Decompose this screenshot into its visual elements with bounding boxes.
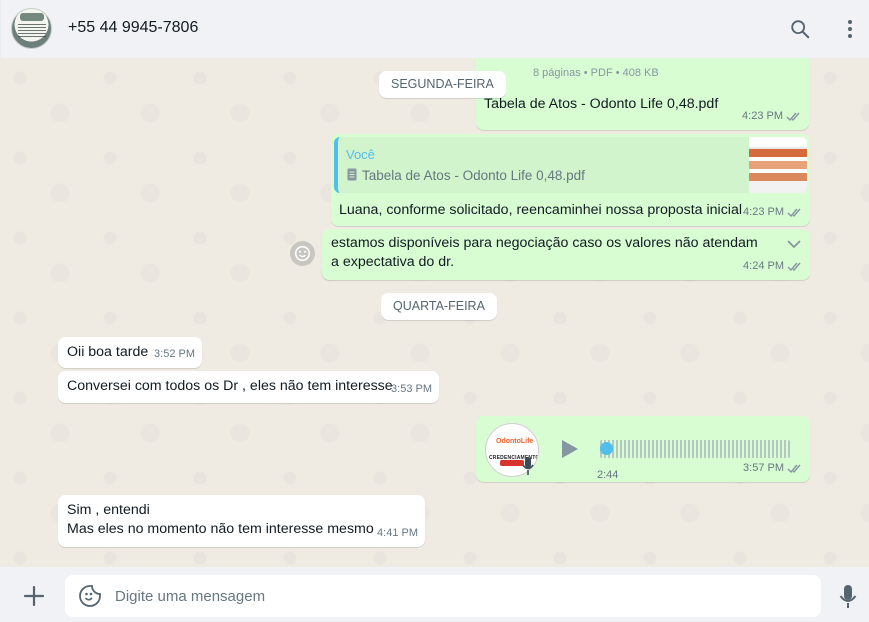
audio-progress-dot[interactable] bbox=[600, 442, 613, 455]
negotiation-message[interactable]: estamos disponíveis para negociação caso… bbox=[322, 229, 810, 280]
quoted-message[interactable]: Você Tabela de Atos - Odonto Life 0,48.p… bbox=[334, 137, 807, 193]
microphone-icon[interactable] bbox=[838, 584, 858, 610]
chevron-down-icon[interactable] bbox=[787, 239, 801, 249]
quote-author: Você bbox=[346, 147, 375, 162]
composer-bar bbox=[0, 567, 869, 622]
double-check-icon bbox=[787, 464, 801, 474]
contact-name[interactable]: +55 44 9945-7806 bbox=[68, 19, 198, 37]
document-icon bbox=[347, 168, 357, 181]
message-text-line2: Mas eles no momento não tem interesse me… bbox=[67, 521, 374, 537]
message-time: 3:53 PM bbox=[391, 383, 432, 395]
reply-text: Luana, conforme solicitado, reencaminhei… bbox=[339, 202, 742, 218]
reply-message[interactable]: Você Tabela de Atos - Odonto Life 0,48.p… bbox=[331, 134, 810, 226]
double-check-icon bbox=[787, 208, 801, 218]
date-divider-monday: SEGUNDA-FEIRA bbox=[379, 71, 506, 98]
smiley-icon bbox=[294, 245, 311, 262]
message-meta: 3:57 PM bbox=[743, 459, 803, 478]
message-text-line1: Sim , entendi bbox=[67, 502, 150, 518]
message-text: Oii boa tarde bbox=[67, 344, 149, 360]
pdf-info: 8 páginas • PDF • 408 KB bbox=[533, 67, 659, 79]
chat-area: 8 páginas • PDF • 408 KB Tabela de Atos … bbox=[0, 58, 869, 567]
quote-file-name: Tabela de Atos - Odonto Life 0,48.pdf bbox=[362, 168, 585, 183]
message-meta: 4:23 PM bbox=[743, 203, 803, 222]
voice-message[interactable]: OdontoLife CREDENCIAMENTO 2:44 3:57 PM bbox=[476, 416, 810, 482]
date-divider-wednesday: QUARTA-FEIRA bbox=[381, 293, 497, 320]
message-input-box[interactable] bbox=[65, 575, 821, 617]
react-emoji-button[interactable] bbox=[290, 241, 315, 266]
chat-header: +55 44 9945-7806 bbox=[0, 0, 869, 58]
quote-thumbnail bbox=[749, 137, 807, 193]
menu-dots-icon[interactable] bbox=[837, 16, 863, 42]
double-check-icon bbox=[787, 262, 801, 272]
incoming-message[interactable]: Sim , entendi Mas eles no momento não te… bbox=[58, 495, 425, 547]
search-icon[interactable] bbox=[787, 16, 813, 42]
negotiation-text: estamos disponíveis para negociação caso… bbox=[331, 235, 758, 270]
pdf-caption: Tabela de Atos - Odonto Life 0,48.pdf bbox=[484, 96, 719, 112]
incoming-message[interactable]: Oii boa tarde 3:52 PM bbox=[58, 337, 202, 368]
message-meta: 4:24 PM bbox=[743, 257, 803, 276]
play-icon[interactable] bbox=[558, 438, 580, 460]
attach-plus-icon[interactable] bbox=[22, 584, 46, 608]
message-time: 3:52 PM bbox=[154, 348, 195, 360]
contact-avatar[interactable] bbox=[11, 8, 52, 49]
pdf-document-message[interactable]: 8 páginas • PDF • 408 KB Tabela de Atos … bbox=[476, 58, 809, 130]
message-text: Conversei com todos os Dr , eles não tem… bbox=[67, 378, 393, 394]
message-meta: 4:23 PM bbox=[742, 107, 802, 126]
microphone-icon bbox=[522, 457, 534, 475]
message-time: 4:41 PM bbox=[377, 527, 418, 539]
message-input[interactable] bbox=[115, 575, 805, 617]
double-check-icon bbox=[786, 112, 800, 122]
audio-waveform[interactable] bbox=[600, 440, 790, 458]
audio-duration: 2:44 bbox=[597, 469, 619, 481]
incoming-message[interactable]: Conversei com todos os Dr , eles não tem… bbox=[58, 371, 439, 403]
sticker-icon[interactable] bbox=[78, 584, 102, 608]
